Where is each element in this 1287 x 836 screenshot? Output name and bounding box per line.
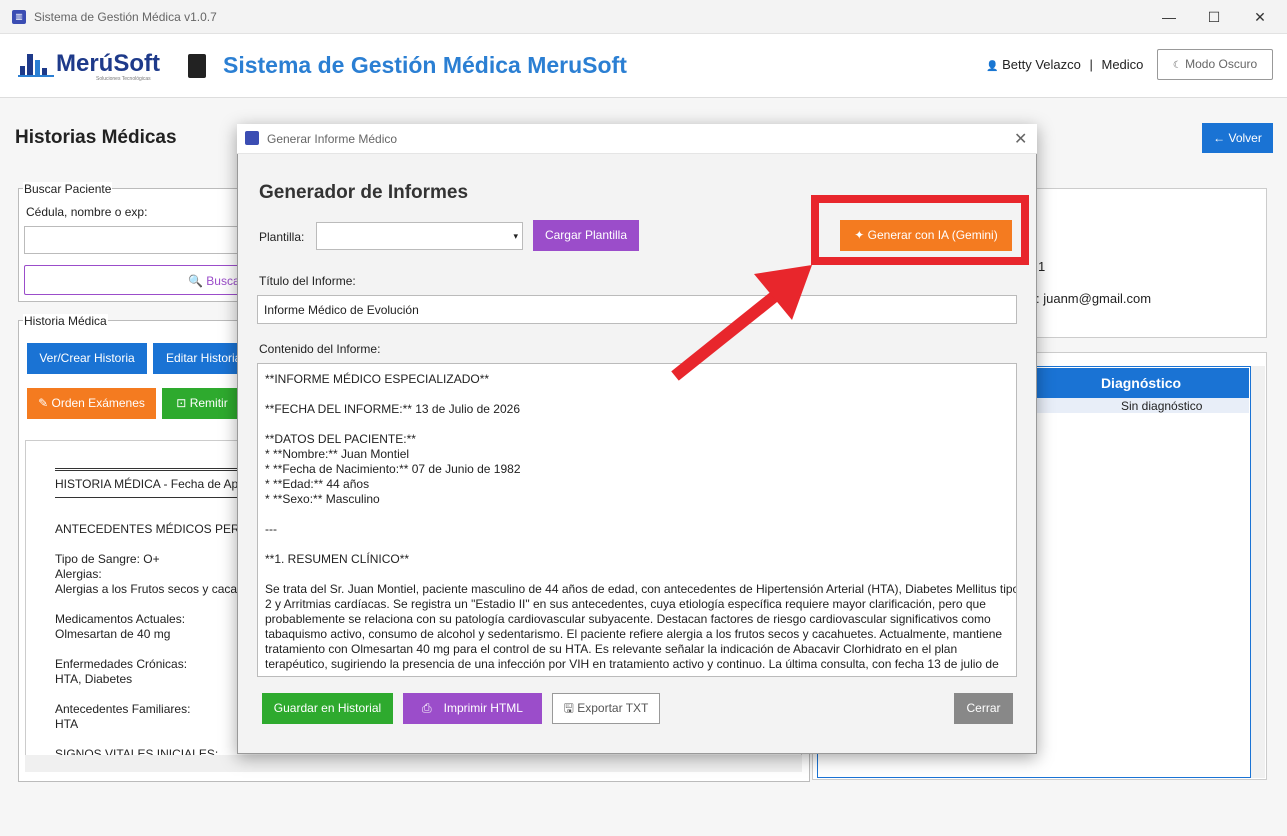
pencil-icon: ✎: [38, 396, 49, 410]
content-line: * **Nombre:** Juan Montiel: [265, 447, 410, 461]
history-family-value: HTA: [55, 717, 79, 731]
app-icon: ▥: [12, 10, 26, 24]
search-button-label: 🔍 Buscar: [188, 274, 244, 288]
maximize-icon[interactable]: ☐: [1192, 6, 1236, 28]
annotation-arrow-icon: [671, 265, 812, 381]
report-content-label: Contenido del Informe:: [259, 342, 381, 356]
content-line: **FECHA DEL INFORME:** 13 de Julio de 20…: [265, 402, 521, 416]
table-cell-diagnosis: Sin diagnóstico: [1121, 399, 1203, 413]
content-line: * **Fecha de Nacimiento:** 07 de Junio d…: [265, 462, 521, 476]
user-name: Betty Velazco: [1002, 57, 1081, 72]
back-button[interactable]: ← Volver: [1202, 123, 1273, 153]
history-family-label: Antecedentes Familiares:: [55, 702, 191, 716]
exam-order-label: Orden Exámenes: [51, 396, 145, 410]
chevron-down-icon: ▾: [513, 231, 518, 241]
history-chronic-value: HTA, Diabetes: [55, 672, 133, 686]
refer-label: Remitir: [189, 396, 228, 410]
history-legend: Historia Médica: [23, 314, 108, 328]
load-template-button[interactable]: Cargar Plantilla: [533, 220, 639, 251]
page-title: Historias Médicas: [15, 127, 177, 148]
printer-icon: ⎙: [422, 701, 432, 715]
user-role: Medico: [1101, 57, 1144, 72]
user-separator: |: [1089, 57, 1093, 72]
table-scrollbar[interactable]: [1251, 366, 1265, 778]
content-line: 2 y Arritmias cardíacas. Se registra un …: [265, 597, 986, 611]
moon-icon: ☾: [1172, 60, 1182, 71]
history-section-antecedents: ANTECEDENTES MÉDICOS PERSON: [55, 522, 266, 536]
report-title-label: Título del Informe:: [259, 274, 356, 288]
search-legend: Buscar Paciente: [23, 182, 113, 196]
user-icon: 👤: [986, 61, 999, 72]
view-create-history-button[interactable]: Ver/Crear Historia: [27, 343, 147, 374]
content-line: **1. RESUMEN CLÍNICO**: [265, 552, 410, 566]
exam-order-button[interactable]: ✎ Orden Exámenes: [27, 388, 156, 419]
content-line: **INFORME MÉDICO ESPECIALIZADO**: [265, 372, 490, 386]
report-content-textarea[interactable]: **INFORME MÉDICO ESPECIALIZADO** **FECHA…: [257, 363, 1017, 677]
table-header-diagnosis: Diagnóstico: [1033, 368, 1249, 398]
history-blood-type: Tipo de Sangre: O+: [55, 552, 160, 566]
close-window-icon[interactable]: ✕: [1238, 6, 1282, 28]
close-dialog-button[interactable]: Cerrar: [954, 693, 1013, 724]
content-line: terapéutico, sugiriendo la presencia de …: [265, 657, 999, 671]
save-icon: 🖫: [563, 701, 574, 715]
refer-icon: ⊡: [176, 396, 187, 410]
content-line: **DATOS DEL PACIENTE:**: [265, 432, 416, 446]
print-html-label: Imprimir HTML: [443, 701, 523, 715]
template-select[interactable]: ▾: [316, 222, 523, 250]
patient-email: : juanm@gmail.com: [1036, 291, 1152, 306]
history-top-rule: [55, 468, 245, 471]
dark-mode-label: Modo Oscuro: [1185, 57, 1258, 71]
dialog-close-icon[interactable]: ✕: [1014, 129, 1027, 149]
merusoft-logo-icon: [18, 54, 54, 77]
logo-text: MerúSoft: [56, 50, 160, 77]
edit-history-button[interactable]: Editar Historia: [153, 343, 243, 374]
history-chronic-label: Enfermedades Crónicas:: [55, 657, 188, 671]
dialog-title: Generar Informe Médico: [267, 132, 398, 146]
export-txt-button[interactable]: 🖫 Exportar TXT: [552, 693, 660, 724]
history-scrollbar[interactable]: [25, 755, 802, 772]
template-label: Plantilla:: [259, 230, 305, 244]
content-line: * **Sexo:** Masculino: [265, 492, 380, 506]
content-line: * **Edad:** 44 años: [265, 477, 370, 491]
history-divider: [55, 497, 245, 498]
history-meds-label: Medicamentos Actuales:: [55, 612, 186, 626]
print-html-button[interactable]: ⎙ Imprimir HTML: [403, 693, 542, 724]
content-line: tabaquismo activo, consumo de alcohol y …: [265, 627, 1003, 641]
content-line: probablemente se relaciona con su patolo…: [265, 612, 991, 626]
window-title: Sistema de Gestión Médica v1.0.7: [34, 10, 217, 24]
content-line: tratamiento con Olmesartan 40 mg para el…: [265, 642, 958, 656]
logo-subtitle: Soluciones Tecnológicas: [96, 76, 151, 82]
app-title: Sistema de Gestión Médica MeruSoft: [223, 52, 627, 78]
history-allergies-label: Alergias:: [55, 567, 102, 581]
server-icon: [188, 54, 206, 78]
search-label: Cédula, nombre o exp:: [26, 205, 148, 219]
save-history-button[interactable]: Guardar en Historial: [262, 693, 393, 724]
report-title-input[interactable]: Informe Médico de Evolución: [257, 295, 1017, 324]
content-line: ---: [265, 522, 277, 536]
patient-partial-id: 1: [1038, 259, 1046, 274]
content-line: Se trata del Sr. Juan Montiel, paciente …: [265, 582, 1017, 596]
dark-mode-button[interactable]: ☾ Modo Oscuro: [1157, 49, 1273, 80]
history-title: HISTORIA MÉDICA - Fecha de Ape: [55, 477, 245, 491]
export-txt-label: Exportar TXT: [577, 701, 649, 715]
user-info: 👤 Betty Velazco | Medico: [986, 57, 1143, 72]
minimize-icon[interactable]: —: [1147, 6, 1191, 28]
history-meds-value: Olmesartan de 40 mg: [55, 627, 171, 641]
generator-heading: Generador de Informes: [259, 182, 469, 203]
search-icon: 🔍: [188, 274, 203, 288]
history-allergies-value: Alergias a los Frutos secos y cacahu: [55, 582, 251, 596]
refer-button[interactable]: ⊡ Remitir: [162, 388, 242, 419]
dialog-app-icon: [245, 131, 259, 145]
